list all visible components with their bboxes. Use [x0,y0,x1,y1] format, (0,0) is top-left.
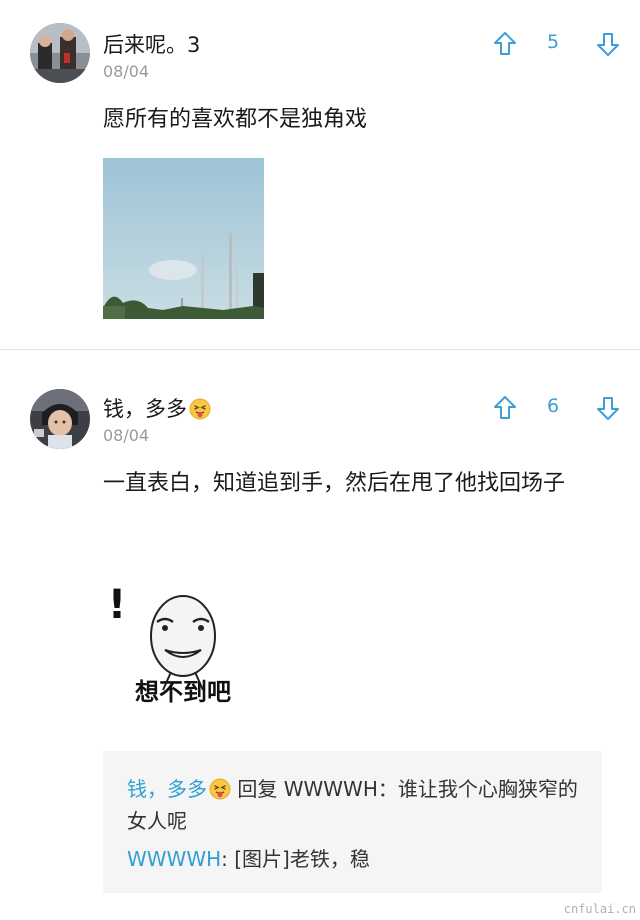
post-date: 08/04 [103,62,150,81]
post-text: 一直表白，知道追到手，然后在甩了他找回场子 [103,471,566,496]
post-date: 08/04 [103,426,150,445]
meme-sticker[interactable]: 想不到吧 ! [103,560,264,721]
vote-control: 6 [480,391,640,427]
downvote-arrow-icon[interactable] [593,29,623,59]
sky-photo[interactable] [103,158,264,319]
reply-box[interactable]: 钱，多多 回复 WWWWH：谁让我个心胸狭窄的女人呢 WWWWH: [图片]老铁… [103,751,602,893]
reply-text: : [图片]老铁，稳 [221,847,370,871]
meme-caption: 想不到吧 [135,678,231,706]
reply-line-1: 钱，多多 回复 WWWWH：谁让我个心胸狭窄的女人呢 [127,773,578,837]
watermark: cnfulai.cn [563,902,636,916]
meme-exclaim: ! [108,582,126,628]
username-text: 钱，多多 [103,397,187,421]
post-1: 后来呢。3 08/04 5 愿所有的喜欢都不是独角戏 [0,0,640,349]
reply-author-link[interactable]: WWWWH [127,847,221,871]
avatar[interactable] [30,23,90,83]
username[interactable]: 后来呢。3 [103,29,200,59]
reply-author-link[interactable]: 钱，多多 [127,777,207,801]
post-2: 钱，多多 08/04 6 一直表白，知道追到手，然后在甩了他找回场子 想不到吧 … [0,350,640,920]
vote-count: 5 [546,31,560,53]
username[interactable]: 钱，多多 [103,393,211,423]
tongue-face-emoji-icon [209,778,231,800]
post-text: 愿所有的喜欢都不是独角戏 [103,107,368,132]
tongue-face-emoji-icon [189,398,211,420]
upvote-arrow-icon[interactable] [490,29,520,59]
vote-control: 5 [480,27,640,63]
reply-line-2: WWWWH: [图片]老铁，稳 [127,843,578,875]
avatar[interactable] [30,389,90,449]
upvote-arrow-icon[interactable] [490,393,520,423]
downvote-arrow-icon[interactable] [593,393,623,423]
vote-count: 6 [546,395,560,417]
